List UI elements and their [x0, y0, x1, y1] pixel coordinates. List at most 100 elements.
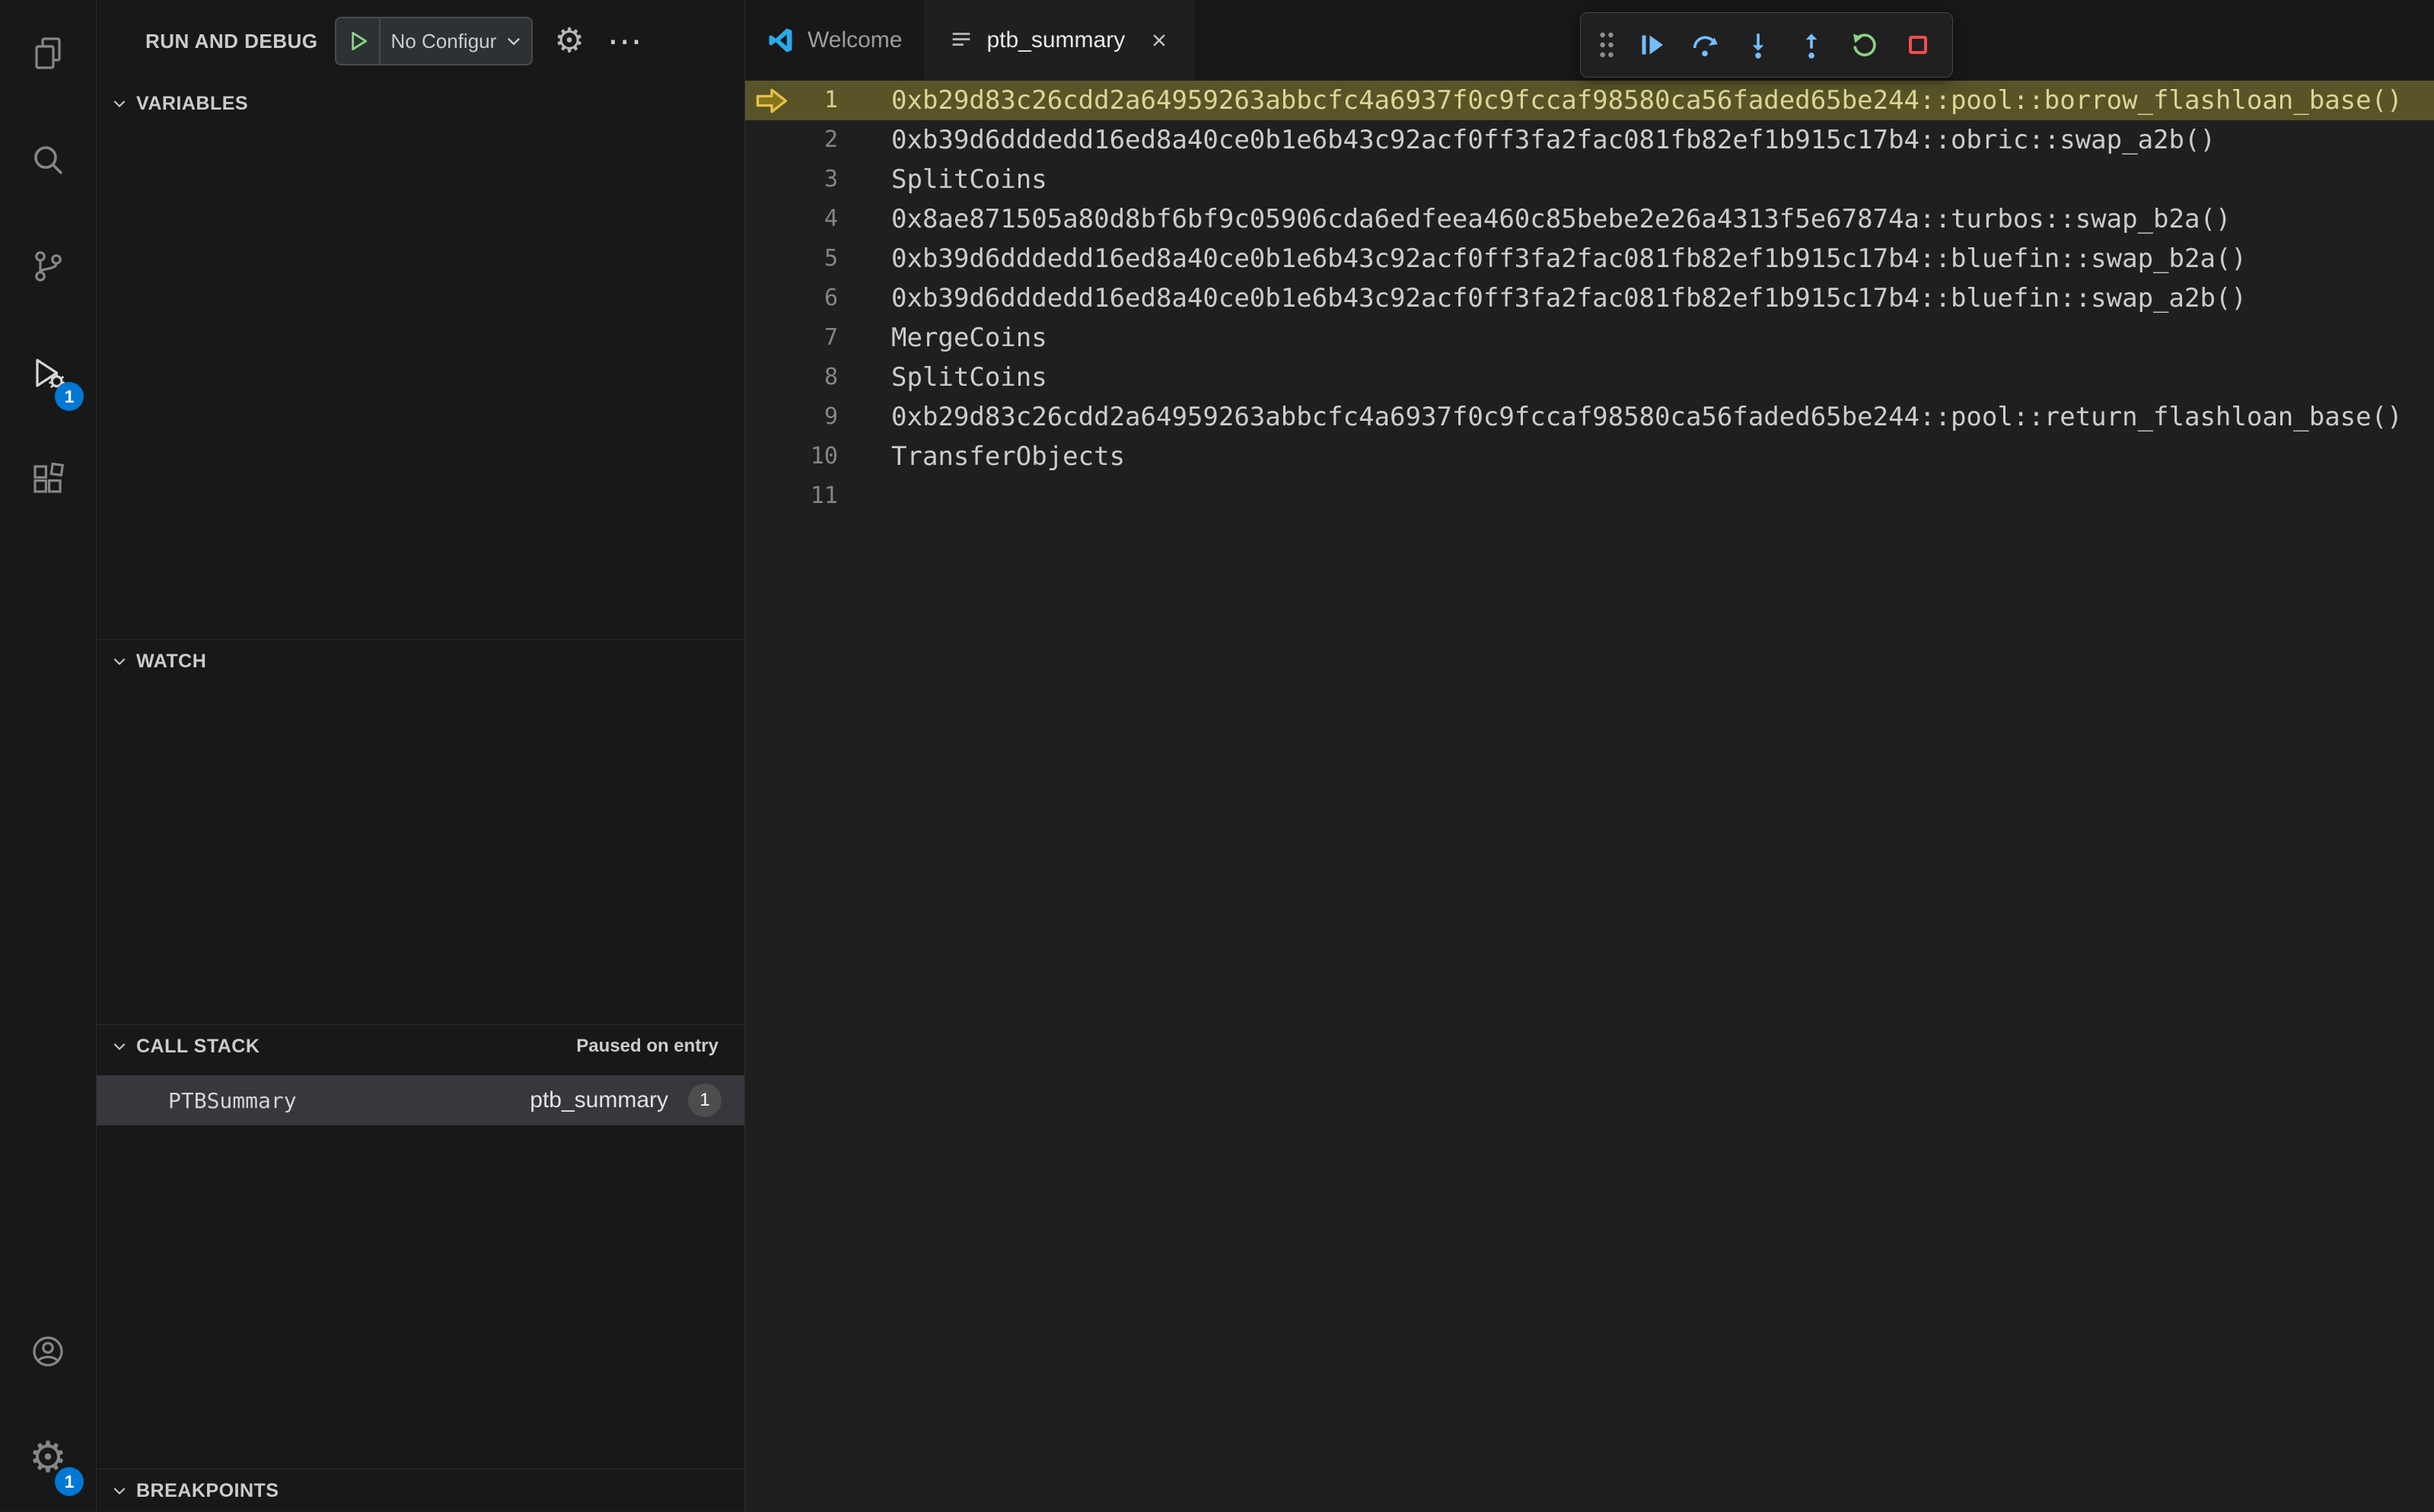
activity-bar-top: 1 — [0, 0, 96, 533]
line-number: 1 — [824, 87, 838, 113]
watch-section: WATCH — [97, 639, 744, 1024]
breakpoint-gutter[interactable] — [745, 279, 798, 318]
tab-ptb-summary-label: ptb_summary — [986, 27, 1126, 53]
frame-name: PTBSummary — [168, 1087, 297, 1113]
debug-count-badge: 1 — [55, 382, 84, 411]
line-number: 4 — [824, 205, 838, 232]
code-line-11[interactable]: 11 — [745, 476, 2434, 516]
code-line-4[interactable]: 4 0x8ae871505a80d8bf6bf9c05906cda6edfeea… — [745, 199, 2434, 239]
activity-item-settings[interactable]: ⚙ 1 — [0, 1405, 96, 1511]
variables-section-header[interactable]: VARIABLES — [97, 82, 744, 125]
code-line-3[interactable]: 3 SplitCoins — [745, 160, 2434, 199]
watch-label: WATCH — [136, 650, 207, 672]
more-actions-icon[interactable]: ⋯ — [607, 24, 644, 59]
files-icon — [35, 37, 61, 69]
tab-welcome-label: Welcome — [808, 27, 903, 53]
breakpoint-gutter[interactable] — [745, 437, 798, 476]
tab-ptb-summary[interactable]: ptb_summary — [925, 0, 1195, 81]
call-stack-frame-row[interactable]: PTBSummary ptb_summary 1 — [97, 1075, 744, 1125]
line-number: 8 — [824, 364, 838, 390]
close-icon[interactable] — [1148, 29, 1171, 52]
line-number: 7 — [824, 324, 838, 351]
restart-icon — [1853, 33, 1876, 56]
drag-grip-icon[interactable] — [1590, 21, 1623, 69]
code-line-7[interactable]: 7 MergeCoins — [745, 318, 2434, 358]
code-line-2[interactable]: 2 0xb39d6dddedd16ed8a40ce0b1e6b43c92acf0… — [745, 120, 2434, 160]
line-number: 2 — [824, 126, 838, 153]
chevron-down-icon — [113, 1488, 126, 1495]
git-branch-icon — [35, 251, 62, 282]
debug-step-out-button[interactable] — [1786, 20, 1837, 70]
debug-stop-button[interactable] — [1893, 20, 1943, 70]
editor-area: Welcome ptb_summary 1 0xb29d83c26cdd2a64… — [745, 0, 2434, 1511]
paused-status: Paused on entry — [576, 1036, 718, 1056]
debug-step-over-button[interactable] — [1680, 20, 1730, 70]
code-line-5[interactable]: 5 0xb39d6dddedd16ed8a40ce0b1e6b43c92acf0… — [745, 239, 2434, 279]
chevron-down-icon — [113, 100, 126, 108]
continue-icon — [1642, 35, 1663, 55]
debug-config-dropdown[interactable]: No Configur — [334, 17, 534, 65]
debug-toolbar — [1580, 12, 1953, 78]
call-stack-section: CALL STACK Paused on entry PTBSummary pt… — [97, 1024, 744, 1469]
breakpoints-section: BREAKPOINTS — [97, 1469, 744, 1512]
chevron-down-icon — [113, 1043, 126, 1051]
breakpoint-gutter[interactable] — [745, 239, 798, 279]
breakpoint-gutter[interactable] — [745, 120, 798, 160]
variables-label: VARIABLES — [136, 92, 249, 114]
activity-item-account[interactable] — [0, 1298, 96, 1405]
activity-item-extensions[interactable] — [0, 426, 96, 533]
activity-item-search[interactable] — [0, 107, 96, 213]
account-icon — [33, 1336, 63, 1367]
launch-settings-gear-icon[interactable]: ⚙ — [554, 24, 584, 58]
frame-badge: 1 — [688, 1084, 722, 1117]
frame-file: ptb_summary — [530, 1087, 668, 1113]
breakpoints-label: BREAKPOINTS — [136, 1479, 279, 1501]
code-line-8[interactable]: 8 SplitCoins — [745, 358, 2434, 397]
activity-item-explorer[interactable] — [0, 0, 96, 107]
chevron-down-icon — [113, 658, 126, 666]
code-line-9[interactable]: 9 0xb29d83c26cdd2a64959263abbcfc4a6937f0… — [745, 397, 2434, 437]
run-debug-sidebar: RUN AND DEBUG No Configur ⚙ ⋯ VARIABLES … — [97, 0, 745, 1511]
settings-count-badge: 1 — [55, 1467, 84, 1496]
tab-welcome[interactable]: Welcome — [745, 0, 926, 81]
vscode-window: 1 ⚙ 1 RUN AND DEBUG No Configur ⚙ ⋯ VARI… — [0, 0, 2434, 1511]
breakpoint-gutter[interactable] — [745, 81, 798, 120]
code-line-6[interactable]: 6 0xb39d6dddedd16ed8a40ce0b1e6b43c92acf0… — [745, 279, 2434, 318]
activity-item-run-debug[interactable]: 1 — [0, 320, 96, 426]
code-text: 0x8ae871505a80d8bf6bf9c05906cda6edfeea46… — [891, 204, 2232, 234]
call-stack-label: CALL STACK — [136, 1035, 260, 1057]
watch-section-header[interactable]: WATCH — [97, 640, 744, 683]
debug-restart-button[interactable] — [1840, 20, 1890, 70]
code-text: SplitCoins — [891, 362, 1047, 393]
vscode-logo-icon — [769, 28, 792, 53]
debug-step-into-button[interactable] — [1733, 20, 1783, 70]
code-text: TransferObjects — [891, 441, 1126, 472]
breakpoints-section-header[interactable]: BREAKPOINTS — [97, 1469, 744, 1512]
sidebar-title: RUN AND DEBUG — [145, 29, 318, 53]
code-line-1[interactable]: 1 0xb29d83c26cdd2a64959263abbcfc4a6937f0… — [745, 81, 2434, 120]
breakpoint-gutter[interactable] — [745, 397, 798, 437]
step-into-icon — [1752, 33, 1764, 59]
extensions-icon — [33, 462, 65, 493]
code-line-10[interactable]: 10 TransferObjects — [745, 437, 2434, 476]
line-number: 5 — [824, 245, 838, 272]
debug-continue-button[interactable] — [1626, 20, 1677, 70]
code-text: 0xb39d6dddedd16ed8a40ce0b1e6b43c92acf0ff… — [891, 244, 2247, 274]
chevron-down-icon — [504, 31, 531, 51]
activity-bar-bottom: ⚙ 1 — [0, 1298, 96, 1511]
line-number: 3 — [824, 166, 838, 193]
debug-start-icon[interactable] — [336, 18, 381, 64]
code-text: MergeCoins — [891, 323, 1047, 353]
breakpoint-gutter[interactable] — [745, 318, 798, 358]
code-editor[interactable]: 1 0xb29d83c26cdd2a64959263abbcfc4a6937f0… — [745, 81, 2434, 1511]
call-stack-section-header[interactable]: CALL STACK Paused on entry — [97, 1025, 744, 1068]
line-number: 9 — [824, 403, 838, 430]
activity-item-source-control[interactable] — [0, 213, 96, 320]
breakpoint-gutter[interactable] — [745, 199, 798, 239]
breakpoint-gutter[interactable] — [745, 358, 798, 397]
code-text: SplitCoins — [891, 164, 1047, 195]
breakpoint-gutter[interactable] — [745, 476, 798, 516]
breakpoint-gutter[interactable] — [745, 160, 798, 199]
debug-current-line-arrow-icon — [756, 88, 788, 113]
